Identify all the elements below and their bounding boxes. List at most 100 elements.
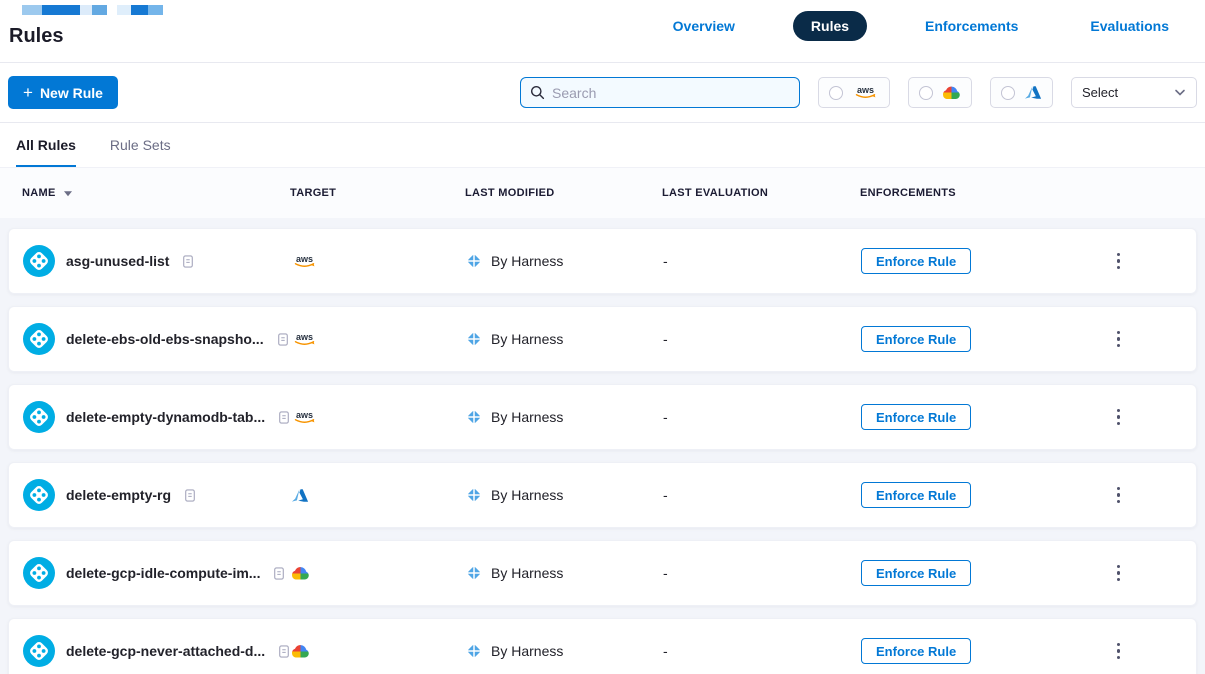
last-modified-value: By Harness [491, 253, 563, 269]
table-row[interactable]: delete-gcp-idle-compute-im... aws By Har… [8, 540, 1197, 606]
enforce-rule-button[interactable]: Enforce Rule [861, 560, 971, 586]
aws-logo-icon: aws [291, 409, 466, 426]
provider-filter-gcp[interactable] [908, 77, 972, 108]
copy-icon[interactable] [278, 410, 290, 425]
harness-icon [466, 331, 482, 347]
gcp-logo-icon [291, 644, 466, 659]
rule-name: delete-ebs-old-ebs-snapsho... [66, 331, 264, 347]
toolbar: + New Rule aws [0, 63, 1205, 122]
copy-icon[interactable] [273, 566, 285, 581]
last-modified-value: By Harness [491, 487, 563, 503]
enforce-rule-button[interactable]: Enforce Rule [861, 404, 971, 430]
harness-icon [466, 643, 482, 659]
table-header: NAME TARGET LAST MODIFIED LAST EVALUATIO… [0, 168, 1205, 218]
target-cell: aws [291, 488, 466, 503]
svg-text:aws: aws [296, 331, 313, 341]
tab-all-rules[interactable]: All Rules [16, 137, 76, 167]
rule-name: delete-empty-rg [66, 487, 171, 503]
last-evaluation-value: - [663, 409, 861, 425]
row-menu-icon[interactable] [1109, 561, 1128, 585]
row-menu-icon[interactable] [1109, 405, 1128, 429]
svg-text:aws: aws [296, 253, 313, 263]
gcp-logo-icon [942, 85, 961, 100]
last-modified-value: By Harness [491, 409, 563, 425]
copy-icon[interactable] [184, 488, 196, 503]
rule-icon [23, 323, 55, 355]
enforce-rule-button[interactable]: Enforce Rule [861, 638, 971, 664]
rule-name: delete-gcp-never-attached-d... [66, 643, 265, 659]
nav-tab-rules[interactable]: Rules [793, 11, 867, 41]
nav-tab-evaluations[interactable]: Evaluations [1076, 11, 1183, 41]
enforce-rule-button[interactable]: Enforce Rule [861, 248, 971, 274]
radio-unchecked-icon[interactable] [829, 86, 843, 100]
svg-text:aws: aws [296, 409, 313, 419]
last-evaluation-value: - [663, 643, 861, 659]
rule-icon [23, 635, 55, 667]
last-evaluation-value: - [663, 487, 861, 503]
last-modified-value: By Harness [491, 331, 563, 347]
rule-icon [23, 401, 55, 433]
target-cell: aws [291, 331, 466, 348]
rules-tabs: All Rules Rule Sets [0, 123, 1205, 168]
table-row[interactable]: delete-ebs-old-ebs-snapsho... aws By Har… [8, 306, 1197, 372]
radio-unchecked-icon[interactable] [1001, 86, 1015, 100]
provider-filter-aws[interactable]: aws [818, 77, 890, 108]
cloud-select-dropdown[interactable]: Select [1071, 77, 1197, 108]
column-header-enforcements: ENFORCEMENTS [860, 187, 1108, 199]
copy-icon[interactable] [182, 254, 194, 269]
rule-icon [23, 245, 55, 277]
enforce-rule-button[interactable]: Enforce Rule [861, 482, 971, 508]
sort-descending-icon[interactable] [63, 190, 73, 197]
target-cell: aws [291, 409, 466, 426]
table-row[interactable]: delete-gcp-never-attached-d... aws By Ha… [8, 618, 1197, 674]
nav-tab-overview[interactable]: Overview [659, 11, 749, 41]
plus-icon: + [23, 84, 33, 101]
last-evaluation-value: - [663, 253, 861, 269]
rule-name: delete-empty-dynamodb-tab... [66, 409, 265, 425]
last-evaluation-value: - [663, 331, 861, 347]
aws-logo-icon: aws [291, 331, 466, 348]
aws-logo-icon: aws [291, 253, 466, 270]
target-cell: aws [291, 644, 466, 659]
breadcrumb [22, 5, 163, 15]
rule-name: delete-gcp-idle-compute-im... [66, 565, 260, 581]
chevron-down-icon [1174, 88, 1186, 97]
harness-icon [466, 565, 482, 581]
row-menu-icon[interactable] [1109, 483, 1128, 507]
target-cell: aws [291, 566, 466, 581]
rule-name: asg-unused-list [66, 253, 169, 269]
search-input[interactable] [552, 85, 790, 101]
last-evaluation-value: - [663, 565, 861, 581]
harness-icon [466, 487, 482, 503]
nav-tab-enforcements[interactable]: Enforcements [911, 11, 1032, 41]
page-title: Rules [9, 25, 63, 48]
radio-unchecked-icon[interactable] [919, 86, 933, 100]
top-navigation: Overview Rules Enforcements Evaluations [659, 11, 1183, 41]
new-rule-button-label: New Rule [40, 85, 103, 101]
table-row[interactable]: delete-empty-dynamodb-tab... aws By Harn… [8, 384, 1197, 450]
table-row[interactable]: asg-unused-list aws By Harness - Enforce… [8, 228, 1197, 294]
column-header-name[interactable]: NAME [22, 187, 290, 199]
search-icon [530, 85, 545, 100]
column-header-target: TARGET [290, 187, 465, 199]
last-modified-value: By Harness [491, 643, 563, 659]
last-modified-value: By Harness [491, 565, 563, 581]
copy-icon[interactable] [277, 332, 289, 347]
azure-logo-icon [291, 488, 466, 503]
harness-icon [466, 409, 482, 425]
tab-rule-sets[interactable]: Rule Sets [110, 137, 171, 167]
cloud-select-value: Select [1082, 85, 1118, 100]
copy-icon[interactable] [278, 644, 290, 659]
column-header-last-evaluation: LAST EVALUATION [662, 187, 860, 199]
page-header: Rules Overview Rules Enforcements Evalua… [0, 0, 1205, 62]
row-menu-icon[interactable] [1109, 639, 1128, 663]
provider-filter-azure[interactable] [990, 77, 1053, 108]
row-menu-icon[interactable] [1109, 249, 1128, 273]
target-cell: aws [291, 253, 466, 270]
search-box[interactable] [520, 77, 800, 108]
table-row[interactable]: delete-empty-rg aws By Harness - Enforce… [8, 462, 1197, 528]
new-rule-button[interactable]: + New Rule [8, 76, 118, 109]
row-menu-icon[interactable] [1109, 327, 1128, 351]
enforce-rule-button[interactable]: Enforce Rule [861, 326, 971, 352]
harness-icon [466, 253, 482, 269]
